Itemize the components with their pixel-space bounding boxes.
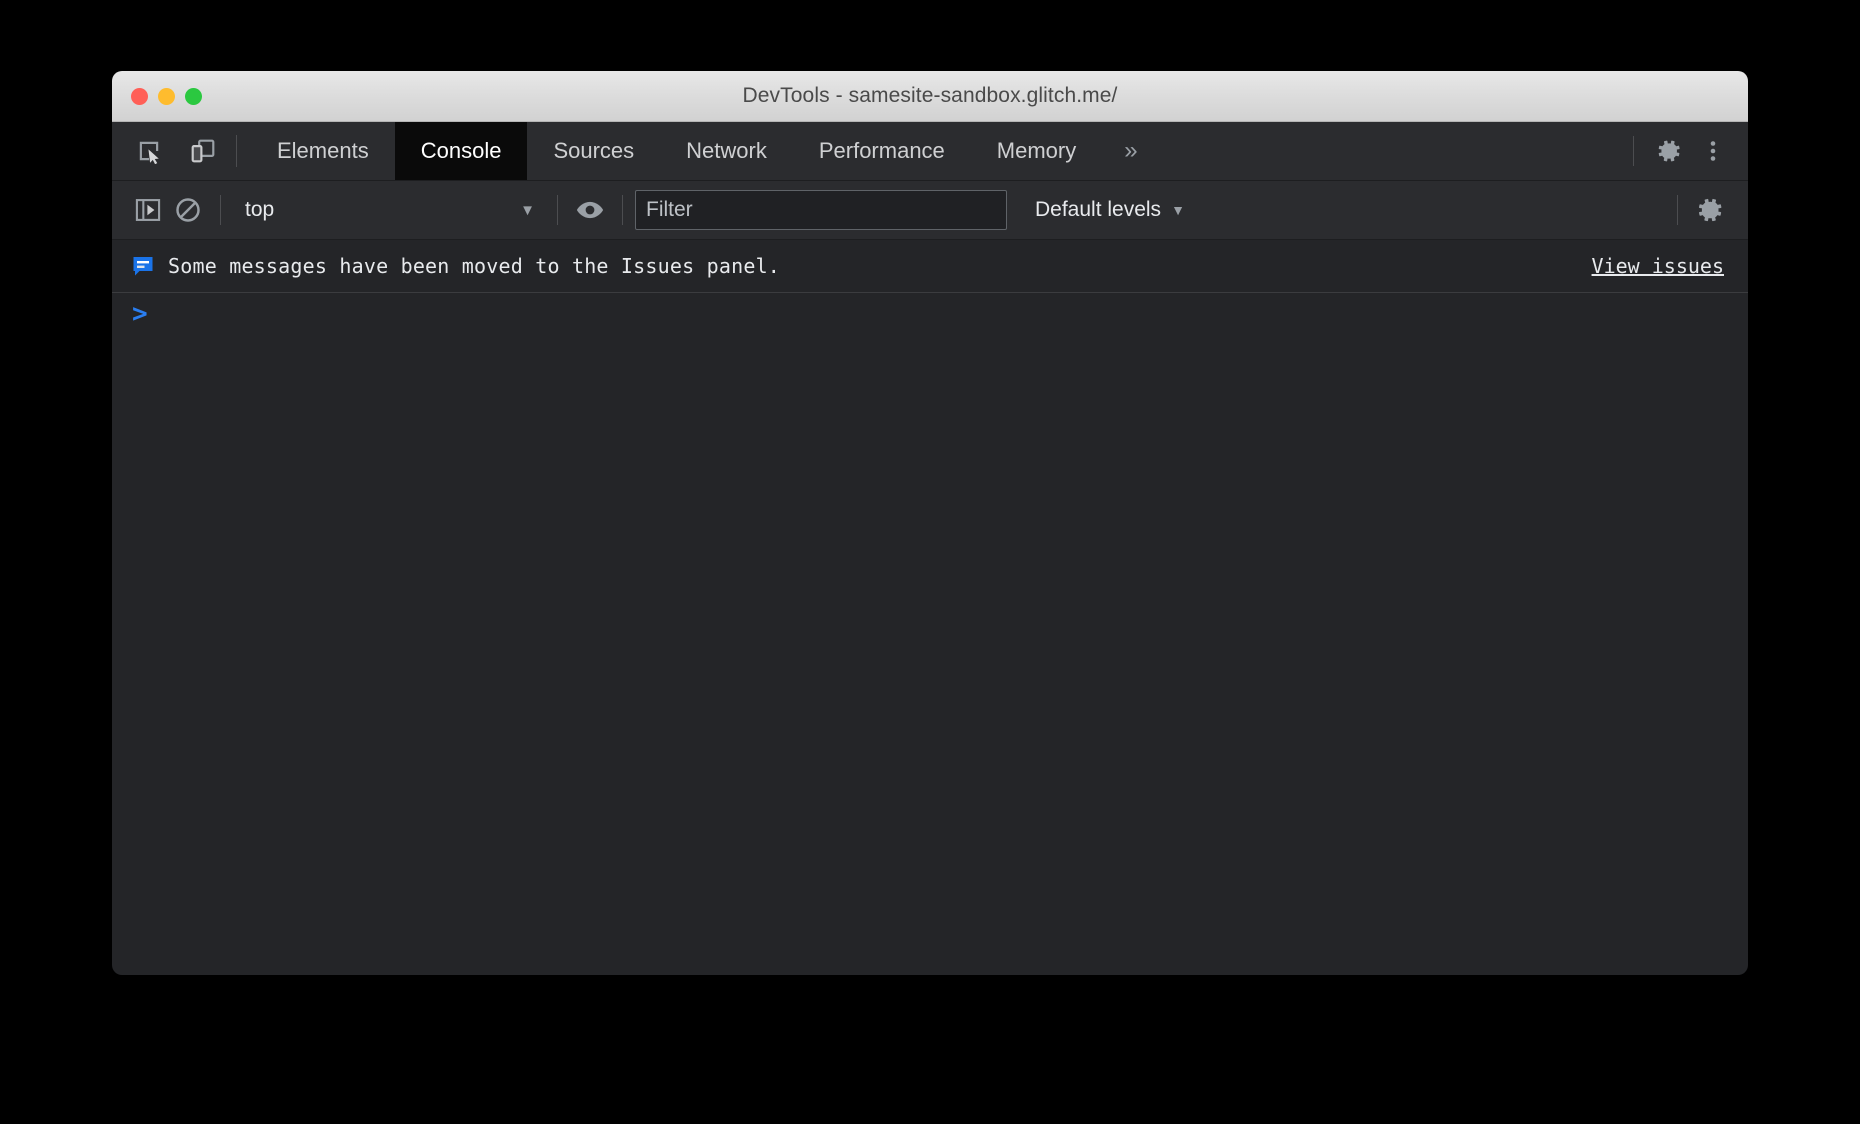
devtools-more-options-button[interactable] bbox=[1694, 132, 1732, 170]
tabbar-left-icons bbox=[112, 122, 222, 180]
window-titlebar: DevTools - samesite-sandbox.glitch.me/ bbox=[112, 71, 1748, 122]
console-prompt-row[interactable]: > bbox=[112, 293, 1748, 345]
execution-context-selector[interactable]: top ▼ bbox=[233, 190, 545, 230]
tabbar-right-divider bbox=[1633, 136, 1634, 166]
console-toolbar: top ▼ Default levels ▼ bbox=[112, 181, 1748, 240]
log-levels-dropdown[interactable]: Default levels ▼ bbox=[1021, 190, 1199, 230]
tab-network[interactable]: Network bbox=[660, 122, 793, 180]
clear-console-icon bbox=[174, 196, 202, 224]
console-toolbar-right bbox=[1665, 190, 1748, 230]
inspect-element-button[interactable] bbox=[130, 132, 168, 170]
console-toolbar-divider-4 bbox=[1677, 195, 1678, 225]
console-toolbar-divider-1 bbox=[220, 195, 221, 225]
clear-console-button[interactable] bbox=[168, 190, 208, 230]
tab-console[interactable]: Console bbox=[395, 122, 528, 180]
tabbar-divider bbox=[236, 135, 237, 167]
console-toolbar-divider-3 bbox=[622, 195, 623, 225]
more-tabs-button[interactable]: » bbox=[1102, 122, 1159, 180]
chevron-down-icon: ▼ bbox=[1171, 202, 1185, 218]
eye-icon bbox=[575, 195, 605, 225]
maximize-window-button[interactable] bbox=[185, 88, 202, 105]
settings-gear-icon bbox=[1655, 137, 1683, 165]
more-options-icon bbox=[1701, 137, 1725, 165]
console-settings-button[interactable] bbox=[1690, 190, 1730, 230]
tab-performance[interactable]: Performance bbox=[793, 122, 971, 180]
window-controls bbox=[131, 71, 202, 121]
inspect-element-icon bbox=[136, 138, 162, 164]
devtools-tabbar: Elements Console Sources Network Perform… bbox=[112, 122, 1748, 181]
console-message-row: Some messages have been moved to the Iss… bbox=[112, 240, 1748, 293]
devtools-window: DevTools - samesite-sandbox.glitch.me/ E… bbox=[112, 71, 1748, 975]
info-message-icon bbox=[130, 253, 156, 279]
console-message-text: Some messages have been moved to the Iss… bbox=[168, 254, 780, 278]
prompt-chevron-icon: > bbox=[132, 301, 148, 327]
panel-tabs: Elements Console Sources Network Perform… bbox=[251, 122, 1160, 180]
console-body: Some messages have been moved to the Iss… bbox=[112, 240, 1748, 975]
console-sidebar-toggle-icon bbox=[134, 196, 162, 224]
execution-context-value: top bbox=[245, 198, 512, 222]
close-window-button[interactable] bbox=[131, 88, 148, 105]
minimize-window-button[interactable] bbox=[158, 88, 175, 105]
tab-elements[interactable]: Elements bbox=[251, 122, 395, 180]
window-title: DevTools - samesite-sandbox.glitch.me/ bbox=[112, 84, 1748, 108]
tab-memory[interactable]: Memory bbox=[971, 122, 1102, 180]
tab-sources[interactable]: Sources bbox=[527, 122, 660, 180]
console-toolbar-divider-2 bbox=[557, 195, 558, 225]
tabbar-spacer bbox=[1160, 122, 1623, 180]
live-expression-button[interactable] bbox=[570, 190, 610, 230]
chevron-down-icon: ▼ bbox=[520, 202, 535, 219]
console-settings-gear-icon bbox=[1695, 195, 1725, 225]
log-levels-label: Default levels bbox=[1035, 198, 1161, 222]
device-toolbar-button[interactable] bbox=[184, 132, 222, 170]
devtools-settings-button[interactable] bbox=[1650, 132, 1688, 170]
console-filter-input[interactable] bbox=[635, 190, 1007, 230]
console-prompt-input[interactable] bbox=[148, 301, 1748, 331]
view-issues-link[interactable]: View issues bbox=[1592, 254, 1724, 278]
device-toolbar-icon bbox=[190, 138, 216, 164]
console-sidebar-toggle-button[interactable] bbox=[128, 190, 168, 230]
tabbar-right-icons bbox=[1623, 122, 1748, 180]
